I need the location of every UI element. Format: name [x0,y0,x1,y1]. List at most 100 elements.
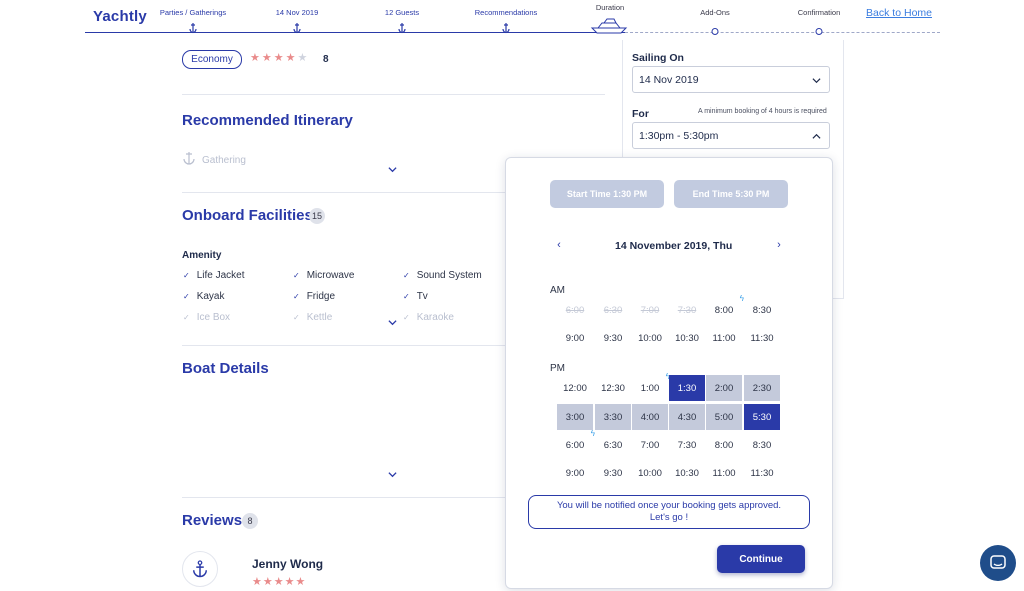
time-slot[interactable]: 2:00 [706,375,742,401]
time-slot[interactable]: 9:00 [557,460,593,486]
step-addons: Add-Ons [700,8,730,17]
back-to-home-link[interactable]: Back to Home [866,7,932,19]
sailing-date-select[interactable]: 14 Nov 2019 [632,66,830,93]
approval-notice: You will be notified once your booking g… [528,495,810,529]
time-slot[interactable]: 5:30 [744,404,780,430]
time-slot[interactable]: 2:30 [744,375,780,401]
time-slot[interactable]: 1:30 [669,375,705,401]
step-confirmation: Confirmation [797,8,841,17]
check-icon: ✓ [183,292,190,301]
facilities-title: Onboard Facilities [182,207,313,224]
time-slot[interactable]: 12:00 [557,375,593,401]
time-slot[interactable]: 4:00 [632,404,668,430]
time-slot[interactable]: 9:30 [595,460,631,486]
reviews-count: 8 [242,513,258,529]
step-guests[interactable]: 12 Guests [385,8,419,17]
time-range-select[interactable]: 1:30pm - 5:30pm [632,122,830,149]
step-date[interactable]: 14 Nov 2019 [276,8,319,17]
anchor-icon [193,560,207,578]
step-dot-addons [711,28,719,35]
time-slot[interactable]: 5:00 [706,404,742,430]
time-slot[interactable]: 7:00 [632,432,668,458]
time-slot[interactable]: 4:30 [669,404,705,430]
time-slot[interactable]: 12:30 [595,375,631,401]
itinerary-title: Recommended Itinerary [182,112,353,129]
time-slot[interactable]: 3:00 [557,404,593,430]
continue-button[interactable]: Continue [717,545,805,573]
time-slot: 7:30 [677,304,697,316]
time-slot[interactable]: 3:30 [595,404,631,430]
time-slot[interactable]: 11:00 [706,460,742,486]
time-slot[interactable]: 11:00 [706,325,742,351]
am-label: AM [550,285,565,296]
amenity-item: ✓ Kettle [293,312,333,323]
chevron-up-icon [812,133,821,139]
time-slot[interactable]: 8:00 ϟ [706,294,744,323]
anchor-icon [502,23,510,34]
yachtly-logo[interactable]: Yachtly [93,8,147,25]
check-icon: ✓ [293,313,300,322]
check-icon: ✓ [293,292,300,301]
boat-details-title: Boat Details [182,360,269,377]
notice-line-2: Let's go ! [649,512,689,523]
time-slot[interactable]: 11:30 [744,460,780,486]
check-icon: ✓ [403,271,410,280]
check-icon: ✓ [403,313,410,322]
step-recommendations[interactable]: Recommendations [475,8,538,17]
minimum-booking-note: A minimum booking of 4 hours is required [698,108,827,115]
time-slot[interactable]: 8:30 [744,297,780,323]
chevron-left-icon[interactable]: ‹ [553,239,565,251]
amenity-item: ✓ Microwave [293,270,355,281]
amenity-item: ✓ Tv [403,291,428,302]
avatar [182,551,218,587]
chevron-right-icon[interactable]: › [773,239,785,251]
rating-stars: ★★★★★ [250,51,309,64]
step-dot-confirmation [815,28,823,35]
chevron-down-icon [812,78,821,84]
chat-button[interactable] [980,545,1016,581]
time-slot[interactable]: 9:00 [557,325,593,351]
time-slot[interactable]: 1:00 ϟ [632,372,670,401]
amenity-item: ✓ Kayak [183,291,225,302]
check-icon: ✓ [183,313,190,322]
itinerary-preview: Gathering [202,155,246,166]
star-icon: ★ [261,52,274,64]
time-slot[interactable]: 11:30 [744,325,780,351]
time-slot[interactable]: 8:30 [744,432,780,458]
check-icon: ✓ [183,271,190,280]
anchor-icon [293,23,301,34]
time-slot[interactable]: 8:00 [706,432,742,458]
amenity-item: ✓ Sound System [403,270,482,281]
chevron-down-icon[interactable] [388,165,397,174]
chevron-down-icon[interactable] [388,318,397,327]
check-icon: ✓ [403,292,410,301]
time-slot[interactable]: 9:30 [595,325,631,351]
time-range-value: 1:30pm - 5:30pm [639,129,719,142]
time-slot[interactable]: 7:30 [669,432,705,458]
star-icon: ★ [297,52,310,64]
anchor-icon [398,23,406,34]
progress-track-complete [85,32,625,33]
time-slot[interactable]: 10:00 [632,460,668,486]
time-slot[interactable]: 6:00 ϟ [557,429,595,458]
pm-label: PM [550,363,565,374]
time-slot[interactable]: 6:30 [595,432,631,458]
time-slot[interactable]: 10:30 [669,460,705,486]
star-icon: ★ [285,52,298,64]
class-badge: Economy [182,50,242,69]
end-time-button[interactable]: End Time 5:30 PM [674,180,788,208]
divider [182,94,605,95]
anchor-icon [189,23,197,34]
time-slot[interactable]: 10:00 [632,325,668,351]
chevron-down-icon[interactable] [388,470,397,479]
time-slot: 7:00 [640,304,660,316]
step-duration: Duration [595,3,625,12]
time-slot: 6:00 [565,304,585,316]
amenity-item: ✓ Karaoke [403,312,454,323]
start-time-button[interactable]: Start Time 1:30 PM [550,180,664,208]
for-label: For [632,108,649,120]
time-slot[interactable]: 10:30 [669,325,705,351]
check-icon: ✓ [293,271,300,280]
reviews-title: Reviews [182,512,243,529]
step-parties[interactable]: Parties / Gatherings [160,8,226,17]
